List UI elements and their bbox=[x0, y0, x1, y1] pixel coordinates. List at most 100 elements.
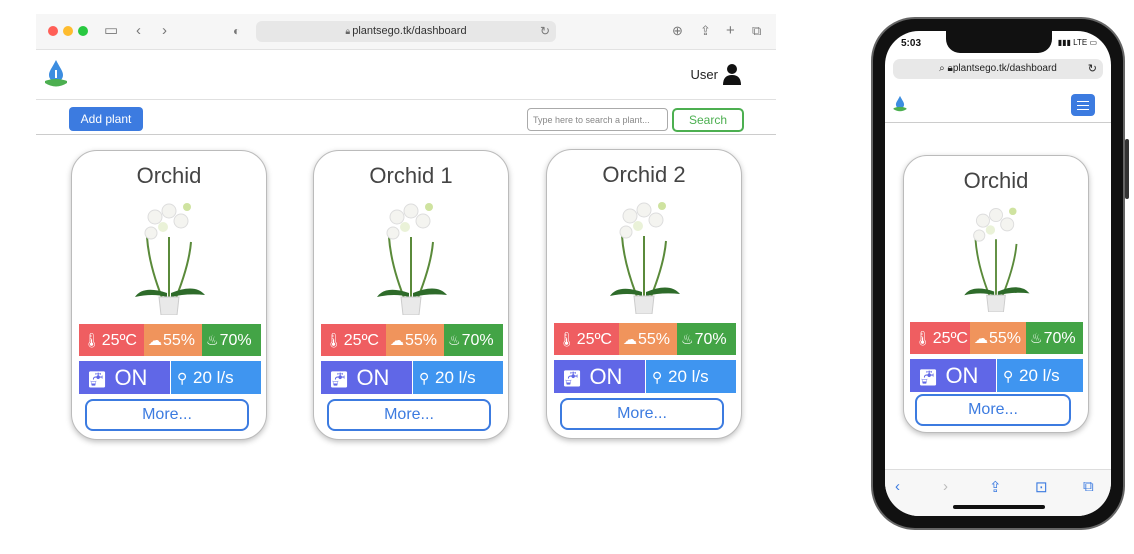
back-icon[interactable]: ‹ bbox=[136, 22, 141, 40]
plant-card: Orchid 🌡︎25ºC ☁︎55% ♨︎70% 🚰︎ ON ⚲ 20 l/s… bbox=[71, 150, 267, 440]
screenshot-root: ▭ ‹ › ◐ 🔒︎ plantsego.tk/dashboard ↻ ⊕ ⇪ +… bbox=[0, 0, 1134, 554]
plant-card: Orchid 1 🌡︎25ºC ☁︎55% ♨︎70% 🚰︎ ON ⚲ 20 l… bbox=[313, 150, 509, 440]
humidity-icon: ☁︎ bbox=[148, 332, 162, 348]
plant-name: Orchid bbox=[963, 168, 1029, 193]
pump-status-value: ON bbox=[945, 363, 979, 388]
orchid-image bbox=[135, 203, 205, 315]
faucet-icon: 🚰︎ bbox=[87, 372, 108, 389]
plant-card: Orchid 2 🌡︎25ºC ☁︎55% ♨︎70% 🚰︎ ON ⚲ 20 l… bbox=[546, 149, 742, 439]
humidity-value: 55% bbox=[405, 332, 438, 349]
temperature-stat: 🌡︎25ºC bbox=[554, 323, 619, 355]
humidity-icon: ☁︎ bbox=[390, 332, 404, 348]
phone-site-header bbox=[885, 89, 1111, 123]
lock-icon: 🔒︎ bbox=[345, 26, 351, 36]
soil-moisture-stat: ♨︎70% bbox=[677, 323, 736, 355]
soil-value: 70% bbox=[219, 332, 252, 349]
temperature-value: 25ºC bbox=[343, 332, 379, 349]
dashboard-toolbar: Add plant Search bbox=[36, 100, 776, 135]
search-input[interactable] bbox=[527, 108, 668, 131]
orchid-image bbox=[377, 203, 447, 315]
temperature-stat: 🌡︎25ºC bbox=[79, 324, 144, 356]
water-flow-icon: ⚲ bbox=[652, 369, 663, 385]
thermometer-icon: 🌡︎ bbox=[914, 330, 932, 346]
temperature-value: 25ºC bbox=[932, 330, 968, 347]
new-tab-icon[interactable]: + bbox=[726, 22, 735, 40]
phone-screen: 5:03 ▮▮▮ LTE ▭ ⌕ 🔒︎plantsego.tk/dashboar… bbox=[885, 31, 1111, 516]
soil-value: 70% bbox=[694, 331, 727, 348]
bookmarks-icon[interactable]: ⊡ bbox=[1035, 478, 1048, 496]
pump-status[interactable]: 🚰︎ ON bbox=[79, 361, 170, 394]
home-indicator bbox=[953, 505, 1045, 509]
logo-icon[interactable] bbox=[44, 59, 68, 89]
phone-address-bar[interactable]: ⌕ 🔒︎plantsego.tk/dashboard ↻ bbox=[893, 59, 1103, 79]
pump-status[interactable]: 🚰︎ ON bbox=[321, 361, 412, 394]
pump-status-value: ON bbox=[356, 365, 390, 390]
soil-icon: ♨︎ bbox=[206, 332, 219, 348]
humidity-icon: ☁︎ bbox=[623, 331, 637, 347]
share-icon[interactable]: ⇪ bbox=[989, 478, 1002, 496]
humidity-stat: ☁︎55% bbox=[970, 322, 1026, 354]
sidebar-icon[interactable]: ▭ bbox=[104, 22, 118, 40]
more-button[interactable]: More... bbox=[915, 394, 1071, 426]
add-plant-button[interactable]: Add plant bbox=[69, 107, 143, 131]
humidity-stat: ☁︎55% bbox=[619, 323, 677, 355]
pump-status-value: ON bbox=[114, 365, 148, 390]
back-icon[interactable]: ‹ bbox=[895, 478, 900, 495]
address-url: plantsego.tk/dashboard bbox=[352, 25, 467, 37]
plant-name: Orchid 1 bbox=[369, 163, 453, 188]
pump-status-value: ON bbox=[589, 364, 623, 389]
address-bar[interactable]: 🔒︎ plantsego.tk/dashboard ↻ bbox=[256, 21, 556, 42]
faucet-icon: 🚰︎ bbox=[329, 372, 350, 389]
desktop-browser-window: ▭ ‹ › ◐ 🔒︎ plantsego.tk/dashboard ↻ ⊕ ⇪ +… bbox=[36, 14, 776, 444]
water-flow-icon: ⚲ bbox=[1003, 368, 1014, 384]
sensor-stats: 🌡︎25ºC ☁︎55% ♨︎70% bbox=[321, 324, 503, 356]
maximize-window-button[interactable] bbox=[78, 26, 88, 36]
thermometer-icon: 🌡︎ bbox=[558, 331, 576, 347]
reload-icon[interactable]: ↻ bbox=[1088, 59, 1097, 79]
pump-status[interactable]: 🚰︎ ON bbox=[554, 360, 645, 393]
logo-icon[interactable] bbox=[893, 95, 907, 113]
flow-rate-value: 20 l/s bbox=[193, 368, 234, 387]
reload-icon[interactable]: ↻ bbox=[540, 21, 550, 42]
temperature-stat: 🌡︎25ºC bbox=[910, 322, 970, 354]
plant-name: Orchid bbox=[136, 163, 202, 188]
soil-moisture-stat: ♨︎70% bbox=[202, 324, 261, 356]
forward-icon[interactable]: › bbox=[943, 478, 948, 495]
hamburger-menu-button[interactable] bbox=[1071, 94, 1095, 116]
status-time: 5:03 bbox=[901, 38, 922, 49]
humidity-value: 55% bbox=[989, 330, 1022, 347]
search-button[interactable]: Search bbox=[672, 108, 744, 132]
thermometer-icon: 🌡︎ bbox=[83, 332, 101, 348]
more-button[interactable]: More... bbox=[327, 399, 491, 431]
user-label[interactable]: User bbox=[691, 67, 718, 82]
pump-stats: 🚰︎ ON ⚲ 20 l/s bbox=[321, 361, 503, 394]
soil-icon: ♨︎ bbox=[681, 331, 694, 347]
phone-notch bbox=[946, 31, 1052, 53]
orchid-image bbox=[964, 207, 1030, 312]
thermometer-icon: 🌡︎ bbox=[325, 332, 343, 348]
phone-frame: 5:03 ▮▮▮ LTE ▭ ⌕ 🔒︎plantsego.tk/dashboar… bbox=[871, 17, 1129, 530]
more-button[interactable]: More... bbox=[85, 399, 249, 431]
shield-icon[interactable]: ◐ bbox=[233, 22, 240, 40]
browser-toolbar: ▭ ‹ › ◐ 🔒︎ plantsego.tk/dashboard ↻ ⊕ ⇪ +… bbox=[36, 14, 776, 50]
forward-icon[interactable]: › bbox=[162, 22, 167, 40]
flow-rate: ⚲ 20 l/s bbox=[645, 360, 736, 393]
search-icon: ⌕ bbox=[939, 63, 945, 74]
soil-icon: ♨︎ bbox=[448, 332, 461, 348]
more-button[interactable]: More... bbox=[560, 398, 724, 430]
minimize-window-button[interactable] bbox=[63, 26, 73, 36]
user-icon[interactable] bbox=[722, 63, 742, 85]
tabs-icon[interactable]: ⧉ bbox=[752, 22, 761, 40]
water-flow-icon: ⚲ bbox=[177, 370, 188, 386]
plant-name: Orchid 2 bbox=[602, 162, 686, 187]
humidity-value: 55% bbox=[163, 332, 196, 349]
share-icon[interactable]: ⇪ bbox=[700, 22, 711, 40]
sensor-stats: 🌡︎25ºC ☁︎55% ♨︎70% bbox=[79, 324, 261, 356]
close-window-button[interactable] bbox=[48, 26, 58, 36]
temperature-value: 25ºC bbox=[101, 332, 137, 349]
flow-rate: ⚲ 20 l/s bbox=[412, 361, 503, 394]
soil-icon: ♨︎ bbox=[1030, 330, 1043, 346]
pump-status[interactable]: 🚰︎ ON bbox=[910, 359, 996, 392]
download-icon[interactable]: ⊕ bbox=[672, 22, 683, 40]
tabs-icon[interactable]: ⧉ bbox=[1083, 478, 1094, 495]
